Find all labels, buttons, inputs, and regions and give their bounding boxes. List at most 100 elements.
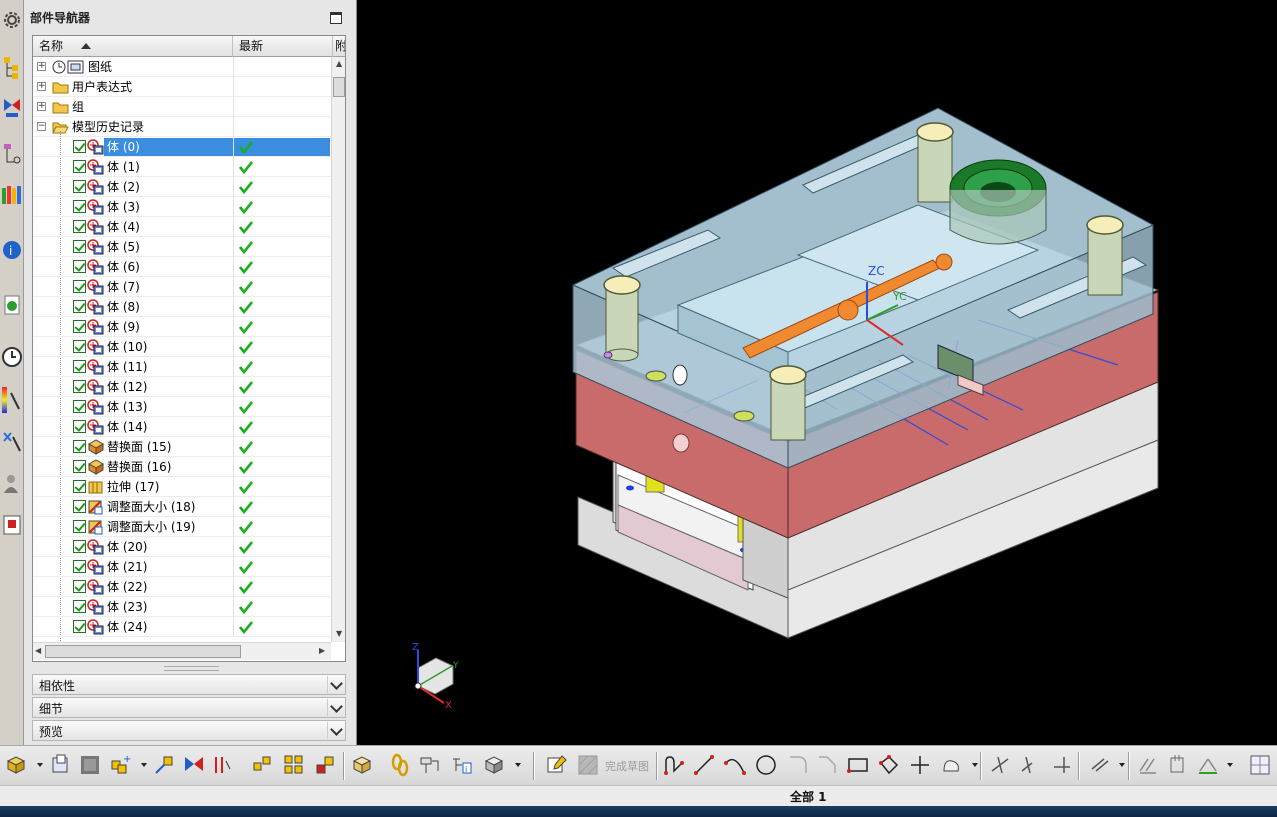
rapid-dimension-icon[interactable] [1166,753,1190,777]
chevron-down-icon[interactable] [327,699,344,716]
visibility-checkbox[interactable] [73,140,86,153]
feature-row[interactable]: 体 (22) [33,577,331,597]
visibility-checkbox[interactable] [73,460,86,473]
chevron-down-icon[interactable] [1119,763,1125,767]
roles-icon[interactable] [0,464,24,504]
scroll-down-icon[interactable]: ▼ [336,629,342,638]
feature-row[interactable]: 体 (10) [33,337,331,357]
component-image-icon[interactable] [78,753,102,777]
system-scene-icon[interactable] [0,505,24,545]
clock-icon[interactable] [0,337,24,377]
assembly-constraints-icon[interactable] [182,753,206,777]
feature-row[interactable]: 体 (4) [33,217,331,237]
feature-row[interactable]: 体 (9) [33,317,331,337]
feature-row[interactable]: 体 (14) [33,417,331,437]
feature-row[interactable]: 体 (11) [33,357,331,377]
new-component-icon[interactable] [48,753,72,777]
feature-row[interactable]: 体 (1) [33,157,331,177]
move-component-icon[interactable] [152,753,176,777]
visibility-checkbox[interactable] [73,340,86,353]
visibility-checkbox[interactable] [73,200,86,213]
mirror-assembly-icon[interactable] [313,753,337,777]
visibility-checkbox[interactable] [73,400,86,413]
studio-spline-icon[interactable] [940,753,964,777]
visibility-checkbox[interactable] [73,300,86,313]
offset-curve-icon[interactable] [1088,753,1112,777]
tree-node[interactable]: + 图纸 [33,57,331,77]
point-icon[interactable] [908,753,932,777]
show-degrees-of-freedom-icon[interactable] [210,753,234,777]
horizontal-scrollbar[interactable]: ◀ ▶ [33,642,331,660]
view-shading-icon[interactable] [482,753,506,777]
column-header-latest[interactable]: 最新 [233,36,333,57]
feature-row[interactable]: 体 (0) [33,137,331,157]
chevron-down-icon[interactable] [327,676,344,693]
visibility-checkbox[interactable] [73,260,86,273]
feature-row[interactable]: 体 (7) [33,277,331,297]
add-component-icon[interactable]: + [108,753,132,777]
visibility-checkbox[interactable] [73,380,86,393]
collapse-icon[interactable]: − [37,122,46,131]
make-corner-icon[interactable] [1050,753,1074,777]
expand-icon[interactable]: + [37,82,46,91]
component-array-icon[interactable] [282,753,306,777]
sketch-icon[interactable] [545,753,569,777]
chevron-down-icon[interactable] [327,722,344,739]
part-navigator-icon[interactable] [0,133,24,173]
visibility-checkbox[interactable] [73,320,86,333]
rectangle-icon[interactable] [846,753,870,777]
quick-trim-icon[interactable] [988,753,1012,777]
settings-icon[interactable] [0,0,24,40]
chevron-down-icon[interactable] [1227,763,1233,767]
visibility-checkbox[interactable] [73,520,86,533]
visibility-checkbox[interactable] [73,580,86,593]
feature-row[interactable]: 体 (3) [33,197,331,217]
column-header-name[interactable]: 名称 [33,36,233,57]
chevron-down-icon[interactable] [972,763,978,767]
feature-row[interactable]: 调整面大小 (19) [33,517,331,537]
visibility-checkbox[interactable] [73,280,86,293]
chevron-down-icon[interactable] [141,763,147,767]
mold-base-model[interactable]: ZC YC Z X Y [358,0,1277,745]
feature-row[interactable]: 体 (6) [33,257,331,277]
scrollbar-thumb[interactable] [333,77,345,97]
visibility-checkbox[interactable] [73,180,86,193]
panel-splitter[interactable] [164,666,219,671]
feature-row[interactable]: 体 (21) [33,557,331,577]
preview-panel[interactable]: 预览 [32,720,346,741]
scroll-right-icon[interactable]: ▶ [319,646,325,655]
visibility-checkbox[interactable] [73,420,86,433]
visibility-checkbox[interactable] [73,480,86,493]
details-panel[interactable]: 细节 [32,697,346,718]
sketch-settings-icon[interactable] [1248,753,1272,777]
tree-node[interactable]: − 模型历史记录 [33,117,331,137]
feature-row[interactable]: 体 (5) [33,237,331,257]
tree-node[interactable]: + 组 [33,97,331,117]
feature-row[interactable]: 体 (12) [33,377,331,397]
visibility-checkbox[interactable] [73,440,86,453]
visibility-checkbox[interactable] [73,220,86,233]
vertical-scrollbar[interactable]: ▲ ▼ [331,57,345,642]
visibility-checkbox[interactable] [73,360,86,373]
history-icon[interactable] [0,285,24,325]
chevron-down-icon[interactable] [515,763,521,767]
profile-icon[interactable] [662,753,686,777]
wave-geometry-linker-icon[interactable] [350,753,374,777]
chevron-down-icon[interactable] [37,763,43,767]
circle-icon[interactable] [754,753,778,777]
tree-node[interactable]: + 用户表达式 [33,77,331,97]
explode-view-icon[interactable] [250,753,274,777]
assembly-navigator-icon[interactable] [0,48,24,88]
feature-row[interactable]: 替换面 (15) [33,437,331,457]
scroll-up-icon[interactable]: ▲ [336,59,342,68]
process-studio-icon[interactable] [0,422,24,462]
line-icon[interactable] [692,753,716,777]
visualization-icon[interactable] [0,380,24,420]
web-browser-icon[interactable]: i [0,230,24,270]
feature-row[interactable]: 拉伸 (17) [33,477,331,497]
reuse-library-icon[interactable] [0,175,24,215]
constraint-navigator-icon[interactable] [0,88,24,128]
visibility-checkbox[interactable] [73,600,86,613]
feature-row[interactable]: 体 (23) [33,597,331,617]
geometric-constraints-icon[interactable] [1136,753,1160,777]
